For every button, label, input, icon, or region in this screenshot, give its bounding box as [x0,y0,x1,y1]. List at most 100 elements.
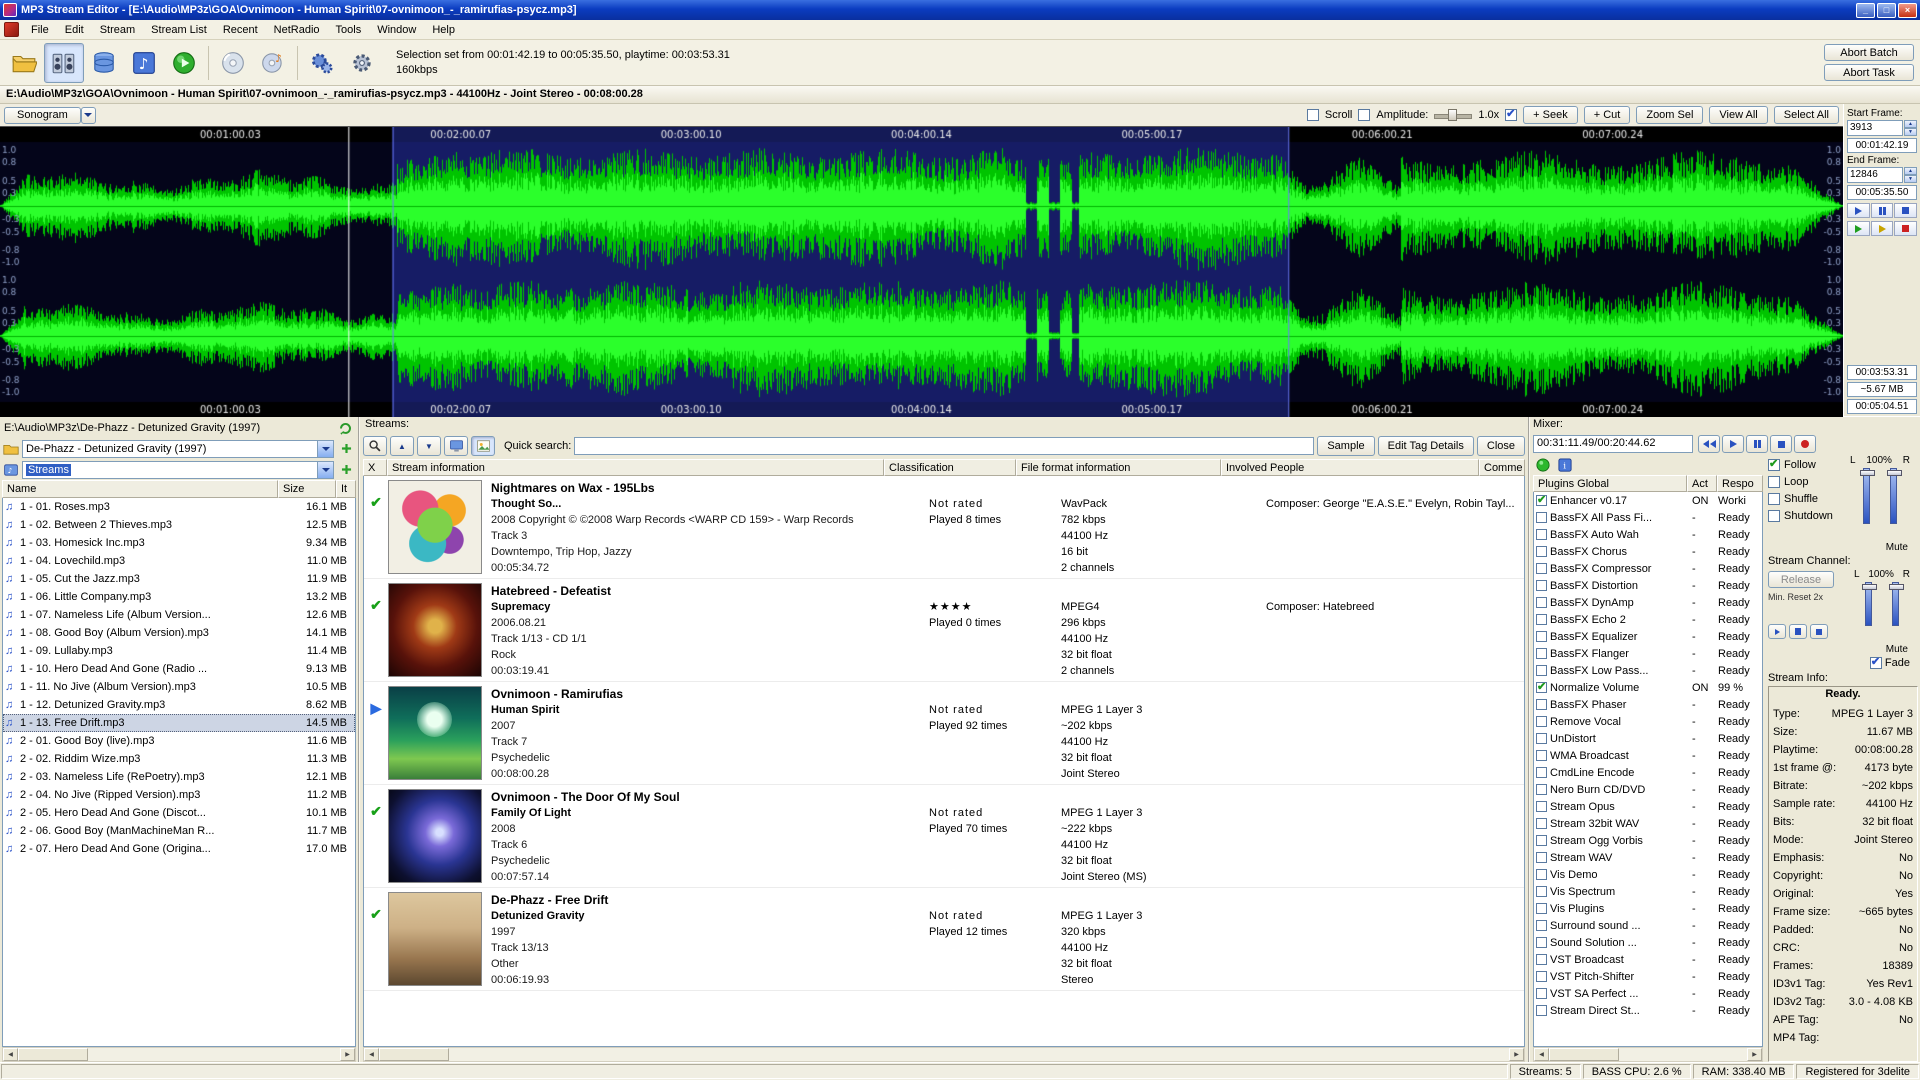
scroll-right-icon[interactable]: ▶ [340,1048,355,1061]
stream-table-hscrollbar[interactable]: ◀ ▶ [363,1047,1525,1062]
plugin-checkbox[interactable] [1536,680,1547,693]
stream-status-icon[interactable] [364,892,388,990]
file-row[interactable]: 2 - 03. Nameless Life (RePoetry).mp3 12.… [3,768,355,786]
zoom-selection-button[interactable]: Zoom Sel [1636,106,1704,124]
stream-row[interactable]: Hatebreed - Defeatist Supremacy 2006.08.… [364,579,1524,682]
mixer-play-button[interactable] [1722,435,1744,453]
column-name[interactable]: Name [2,480,278,498]
stream-row[interactable]: Nightmares on Wax - 195Lbs Thought So...… [364,476,1524,579]
mixer-checkbox[interactable] [1768,476,1780,488]
column-response[interactable]: Respo [1717,475,1763,492]
menu-item[interactable]: Stream List [143,21,215,39]
menu-item[interactable]: NetRadio [266,21,328,39]
stream-row[interactable]: Ovnimoon - The Door Of My Soul Family Of… [364,785,1524,888]
file-row[interactable]: 1 - 11. No Jive (Album Version).mp3 10.5… [3,678,355,696]
spin-down-icon[interactable]: ▼ [1904,175,1917,183]
file-row[interactable]: 2 - 04. No Jive (Ripped Version).mp3 11.… [3,786,355,804]
mixer-checkbox[interactable] [1768,493,1780,505]
stream-list-view-button[interactable] [44,42,84,83]
stream-rating[interactable]: Not rated [929,908,1061,924]
file-row[interactable]: 2 - 07. Hero Dead And Gone (Origina... 1… [3,840,355,858]
mixer-checkbox[interactable] [1768,510,1780,522]
mixer-mute-label[interactable]: Mute [1842,542,1918,553]
plugin-checkbox[interactable] [1536,631,1547,642]
sonogram-button[interactable]: Sonogram [4,106,81,124]
channel-slider-right[interactable] [1888,582,1904,626]
plugin-checkbox[interactable] [1536,971,1547,982]
plugin-checkbox[interactable] [1536,886,1547,897]
plugin-row[interactable]: Remove Vocal - Ready [1534,713,1762,730]
plugin-checkbox[interactable] [1536,784,1547,795]
plugin-info-button[interactable]: i [1556,456,1574,474]
channel-slider-left[interactable] [1862,582,1878,626]
plugin-row[interactable]: BassFX All Pass Fi... - Ready [1534,509,1762,526]
spin-up-icon[interactable]: ▲ [1904,167,1917,175]
waveform-display[interactable] [0,127,1843,417]
mixer-option-row[interactable]: Shutdown [1768,510,1842,522]
plugin-row[interactable]: VST Broadcast - Ready [1534,951,1762,968]
plugin-row[interactable]: UnDistort - Ready [1534,730,1762,747]
plugin-checkbox[interactable] [1536,597,1547,608]
plugin-row[interactable]: Stream Direct St... - Ready [1534,1002,1762,1019]
slider-thumb[interactable] [1887,470,1903,476]
plugin-row[interactable]: VST Pitch-Shifter - Ready [1534,968,1762,985]
plugin-checkbox[interactable] [1536,546,1547,557]
chevron-down-icon[interactable] [317,461,333,478]
file-row[interactable]: 1 - 03. Homesick Inc.mp3 9.34 MB [3,534,355,552]
record-button[interactable] [1794,435,1816,453]
channel-pause-button[interactable] [1789,624,1807,639]
channel-stop-button[interactable] [1810,624,1828,639]
min-reset-label[interactable]: Min. Reset 2x [1768,592,1846,602]
plugin-checkbox[interactable] [1536,852,1547,863]
plugin-checkbox[interactable] [1536,869,1547,880]
file-row[interactable]: 2 - 05. Hero Dead And Gone (Discot... 10… [3,804,355,822]
volume-slider-left[interactable] [1859,468,1875,524]
plugin-checkbox[interactable] [1536,529,1547,540]
burn-cd-button[interactable] [213,43,253,83]
scroll-left-icon[interactable]: ◀ [3,1048,18,1061]
plugin-checkbox[interactable] [1536,716,1547,727]
plugin-row[interactable]: Stream Ogg Vorbis - Ready [1534,832,1762,849]
settings-button[interactable] [342,43,382,83]
plugin-row[interactable]: BassFX Phaser - Ready [1534,696,1762,713]
plugin-checkbox[interactable] [1536,580,1547,591]
view-all-button[interactable]: View All [1709,106,1768,124]
stream-rating[interactable]: Not rated [929,702,1061,718]
amplitude-checkbox[interactable] [1358,109,1371,121]
stream-status-icon[interactable] [364,789,388,887]
plugin-row[interactable]: BassFX Flanger - Ready [1534,645,1762,662]
plugin-row[interactable]: VST SA Perfect ... - Ready [1534,985,1762,1002]
column-classification[interactable]: Classification [884,459,1016,476]
menu-item[interactable]: File [23,21,57,39]
mixer-option-row[interactable]: Shuffle [1768,493,1842,505]
view-details-button[interactable] [444,436,468,456]
menu-item[interactable]: Edit [57,21,92,39]
plugin-row[interactable]: Vis Plugins - Ready [1534,900,1762,917]
spin-down-icon[interactable]: ▼ [1904,128,1917,136]
plugin-row[interactable]: Stream Opus - Ready [1534,798,1762,815]
close-button[interactable]: Close [1476,436,1525,456]
plugin-row[interactable]: BassFX Equalizer - Ready [1534,628,1762,645]
plugin-row[interactable]: CmdLine Encode - Ready [1534,764,1762,781]
stream-rating[interactable]: Not rated [929,805,1061,821]
file-row[interactable]: 1 - 08. Good Boy (Album Version).mp3 14.… [3,624,355,642]
plugins-hscrollbar[interactable]: ◀ ▶ [1533,1047,1763,1062]
quick-search-input[interactable] [574,437,1315,455]
file-row[interactable]: 1 - 01. Roses.mp3 16.1 MB [3,498,355,516]
column-it[interactable]: It [336,480,356,498]
plugin-checkbox[interactable] [1536,614,1547,625]
stream-row[interactable]: De-Phazz - Free Drift Detunized Gravity … [364,888,1524,991]
play-button[interactable] [164,43,204,83]
previous-button[interactable] [1698,435,1720,453]
menu-item[interactable]: Tools [328,21,370,39]
plugin-checkbox[interactable] [1536,767,1547,778]
plugin-row[interactable]: Vis Spectrum - Ready [1534,883,1762,900]
minimize-button[interactable]: _ [1856,2,1875,18]
menu-item[interactable]: Help [424,21,463,39]
scroll-thumb[interactable] [379,1048,449,1061]
slider-thumb[interactable] [1862,584,1878,590]
scroll-thumb[interactable] [1549,1048,1619,1061]
file-row[interactable]: 1 - 12. Detunized Gravity.mp3 8.62 MB [3,696,355,714]
plugin-checkbox[interactable] [1536,801,1547,812]
scroll-right-icon[interactable]: ▶ [1509,1048,1524,1061]
